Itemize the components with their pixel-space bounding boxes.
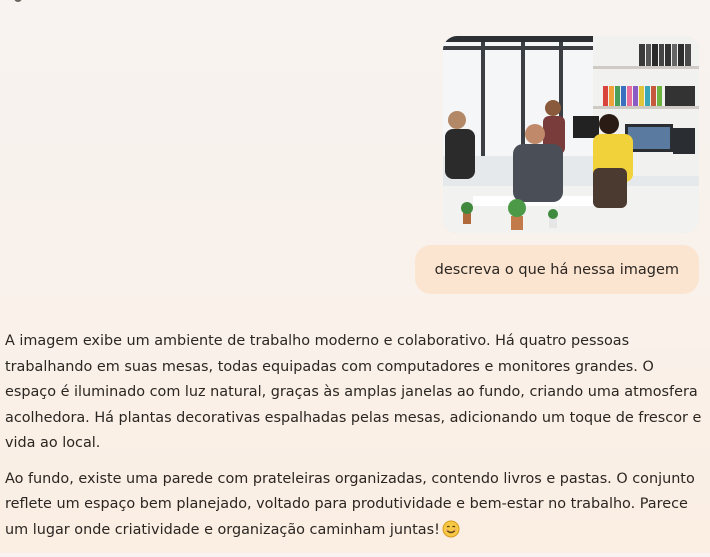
user-message-text: descreva o que há nessa imagem [434, 261, 679, 278]
assistant-paragraph: A imagem exibe um ambiente de trabalho m… [5, 333, 702, 451]
assistant-paragraph: Ao fundo, existe uma parede com pratelei… [5, 467, 705, 548]
office-photo-illustration [443, 36, 699, 233]
assistant-paragraph-text: Ao fundo, existe uma parede com pratelei… [5, 470, 695, 538]
assistant-message: A imagem exibe um ambiente de trabalho m… [5, 329, 705, 557]
attached-image[interactable] [443, 36, 699, 233]
user-message-bubble: descreva o que há nessa imagem [414, 245, 699, 294]
smiling-face-icon [442, 520, 460, 548]
previous-message-stub [14, 0, 22, 2]
